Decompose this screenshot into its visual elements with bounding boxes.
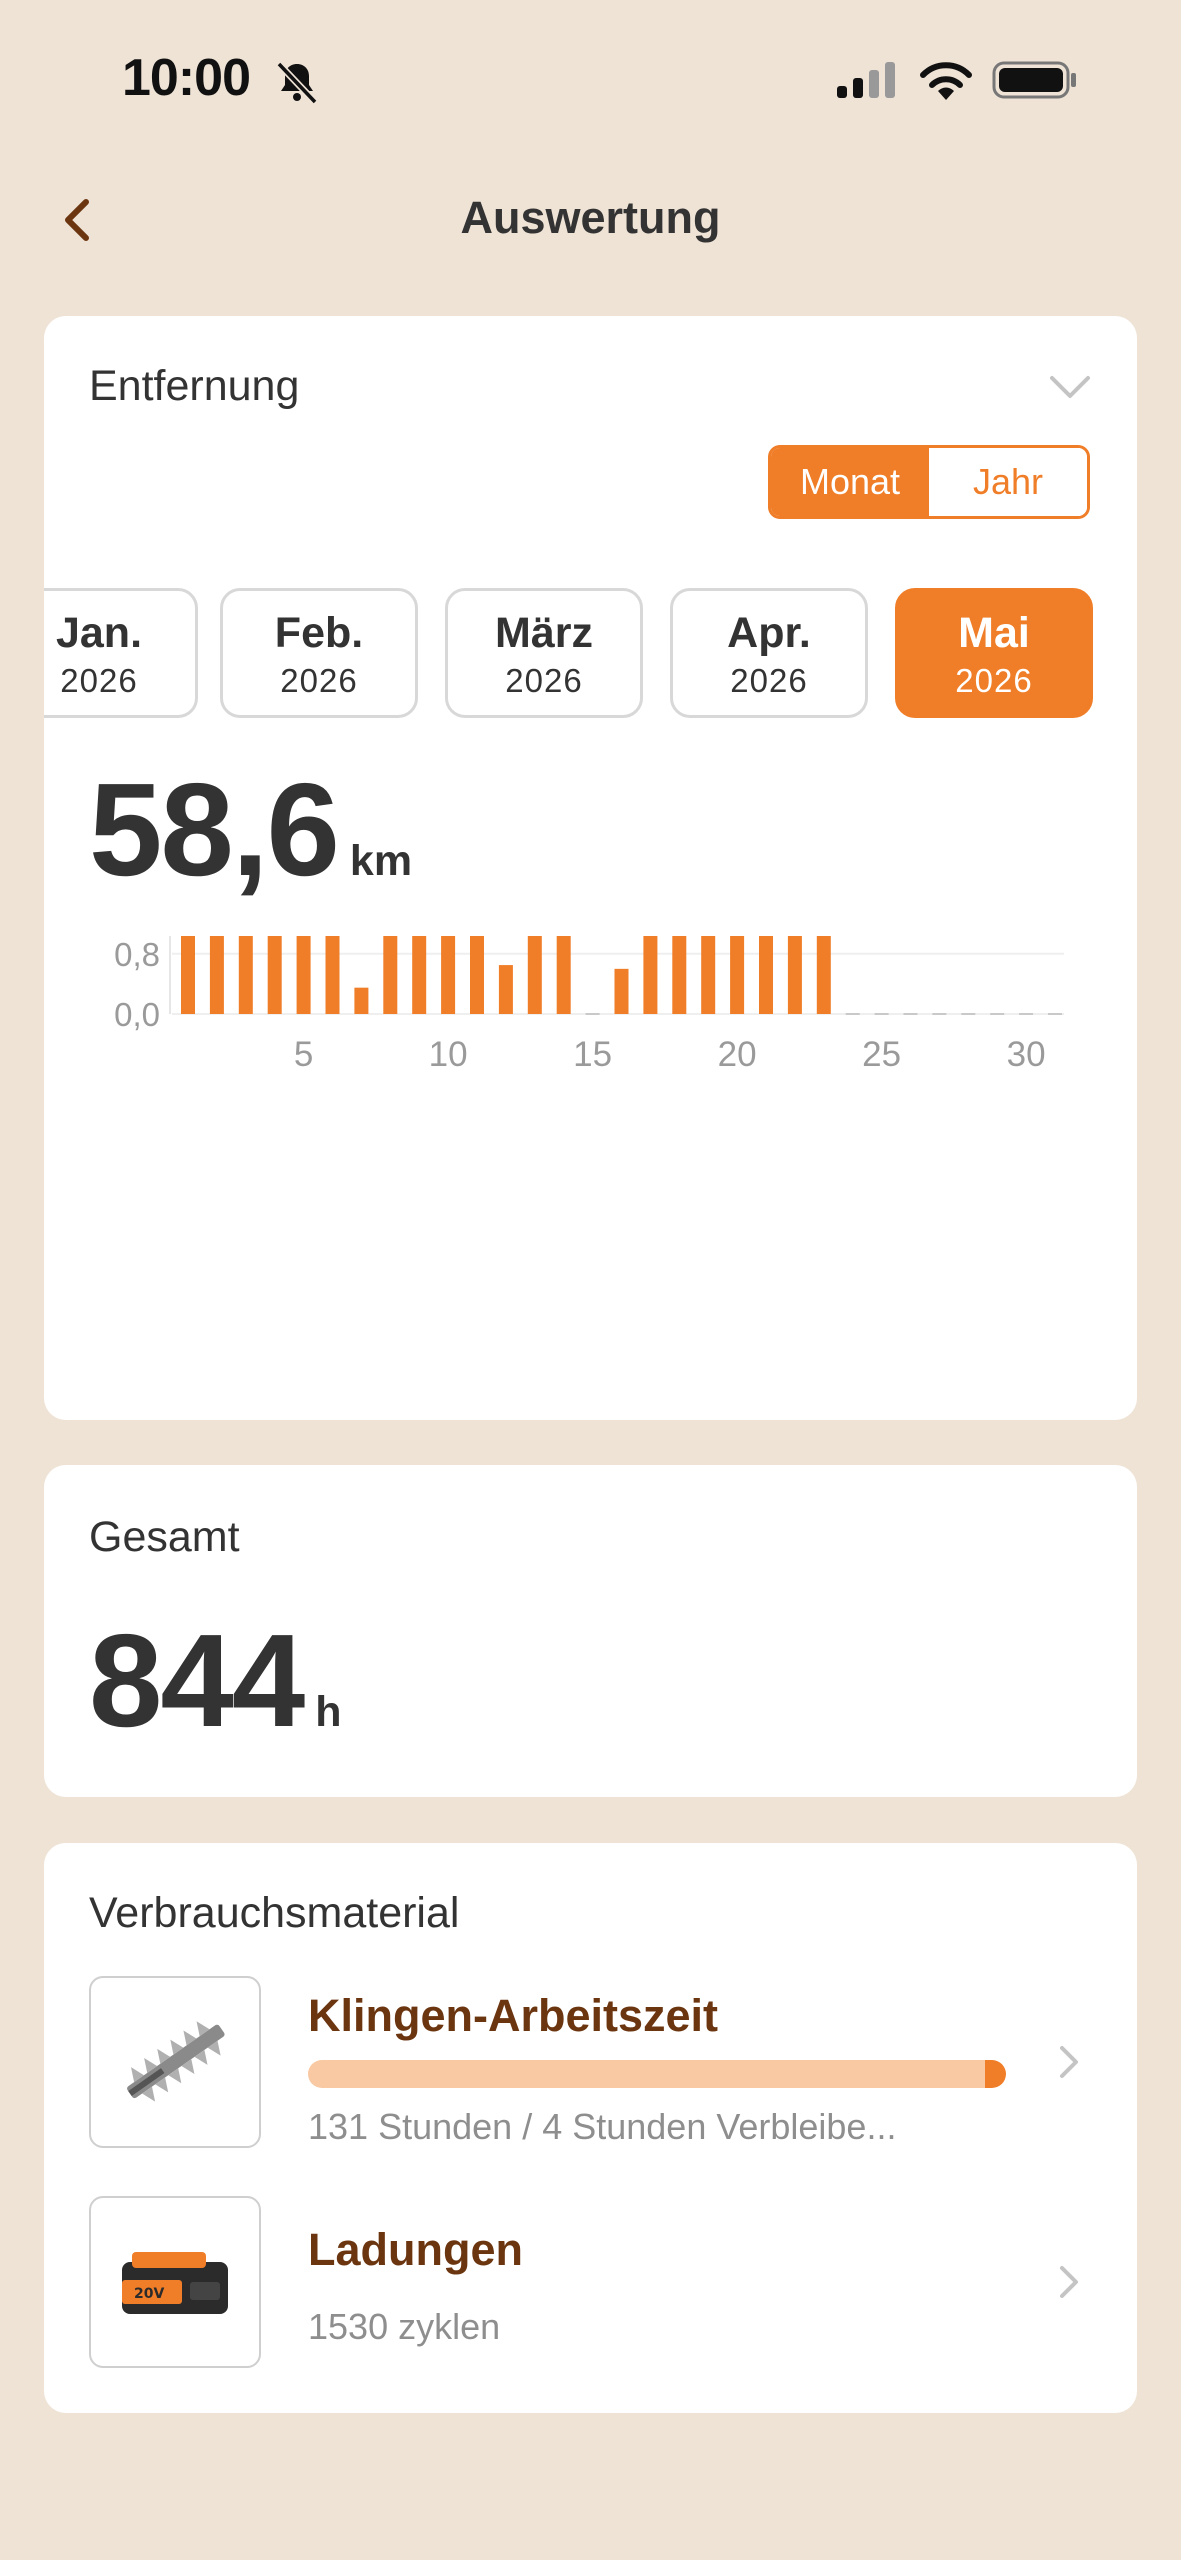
x-tick-label: 30 <box>1007 1035 1046 1074</box>
chevron-down-icon[interactable] <box>1046 368 1094 404</box>
month-pill-jan[interactable]: Jan. 2026 <box>44 588 198 718</box>
month-label: Mai <box>958 609 1030 657</box>
consumable-item-blade[interactable]: Klingen-Arbeitszeit 131 Stunden / 4 Stun… <box>44 1976 1137 2156</box>
chart-bar <box>181 936 195 1014</box>
distance-unit: km <box>349 837 413 885</box>
cellular-signal-icon <box>837 62 895 98</box>
status-bar: 10:00 <box>0 0 1181 160</box>
distance-number: 58,6 <box>89 756 340 903</box>
chart-bar <box>470 936 484 1014</box>
chart-bar <box>527 936 542 1014</box>
chart-bar <box>209 936 224 1014</box>
total-number: 844 <box>89 1607 305 1754</box>
chart-bar <box>498 965 513 1014</box>
distance-card: Entfernung Monat Jahr Jan. 2026 Feb. 202… <box>44 316 1137 1420</box>
consumable-subtitle: 1530 zyklen <box>308 2306 501 2347</box>
nav-bar: Auswertung <box>0 170 1181 270</box>
battery-pack-icon: 20V <box>122 2252 228 2314</box>
month-pill-may[interactable]: Mai 2026 <box>895 588 1093 718</box>
consumables-card-title: Verbrauchsmaterial <box>89 1889 460 1937</box>
bell-slash-icon <box>276 61 318 105</box>
month-pill-feb[interactable]: Feb. 2026 <box>220 588 418 718</box>
chevron-right-icon <box>1060 2266 1078 2298</box>
chart-bar <box>759 936 773 1014</box>
chart-bar <box>672 936 687 1014</box>
chart-bar <box>701 936 716 1014</box>
consumable-title: Klingen-Arbeitszeit <box>308 1990 719 2041</box>
blade-progress-fill <box>985 2060 1006 2088</box>
chart-bar <box>643 936 658 1014</box>
svg-text:20V: 20V <box>134 2286 164 2302</box>
consumable-item-charges[interactable]: 20V Ladungen 1530 zyklen <box>44 2196 1137 2376</box>
chart-bar <box>325 936 340 1014</box>
chart-bar <box>816 936 831 1014</box>
month-pill-apr[interactable]: Apr. 2026 <box>670 588 868 718</box>
distance-value: 58,6 km <box>89 754 412 905</box>
chart-bar <box>787 936 802 1014</box>
chart-bar <box>383 936 398 1014</box>
month-pill-mar[interactable]: März 2026 <box>445 588 643 718</box>
chart-bar <box>296 936 311 1014</box>
year-label: 2026 <box>730 662 808 699</box>
y-tick-label: 0,0 <box>114 996 160 1033</box>
chart-bar <box>441 936 456 1014</box>
chart-bar <box>614 968 629 1014</box>
month-label: März <box>495 609 593 657</box>
toggle-month[interactable]: Monat <box>771 448 929 516</box>
toggle-year[interactable]: Jahr <box>929 448 1087 516</box>
chart-bar <box>412 936 427 1014</box>
battery-icon <box>992 61 1076 99</box>
distance-card-title: Entfernung <box>89 362 300 410</box>
chart-bar <box>730 936 745 1014</box>
y-tick-label: 0,8 <box>114 936 160 973</box>
consumable-subtitle: 131 Stunden / 4 Stunden Verbleibe... <box>308 2106 897 2147</box>
distance-bar-chart: 0,00,81,62,43,24,051015202530 <box>114 936 1064 1074</box>
year-label: 2026 <box>955 662 1033 699</box>
hedge-blade-thumbnail <box>89 1976 261 2148</box>
x-tick-label: 5 <box>294 1035 313 1074</box>
month-label: Feb. <box>274 609 364 657</box>
month-label: Jan. <box>55 609 143 657</box>
status-time: 10:00 <box>122 49 251 107</box>
x-tick-label: 15 <box>573 1035 612 1074</box>
consumables-card: Verbrauchsmaterial Klingen-Arbeitszeit 1… <box>44 1843 1137 2413</box>
x-tick-label: 20 <box>718 1035 757 1074</box>
hedge-blade-icon <box>127 2021 225 2102</box>
year-label: 2026 <box>505 662 583 699</box>
month-label: Apr. <box>727 609 811 657</box>
x-tick-label: 25 <box>862 1035 901 1074</box>
chevron-right-icon <box>1060 2046 1078 2078</box>
chart-bar <box>354 987 369 1014</box>
chart-bar <box>556 936 571 1014</box>
battery-pack-thumbnail: 20V <box>89 2196 261 2368</box>
chart-bar <box>267 936 282 1014</box>
blade-progress-bar <box>308 2060 1006 2088</box>
chart-bar <box>238 936 253 1014</box>
page-title: Auswertung <box>460 192 721 243</box>
total-card: Gesamt 844 h <box>44 1465 1137 1797</box>
x-tick-label: 10 <box>429 1035 468 1074</box>
year-label: 2026 <box>60 662 138 699</box>
consumable-title: Ladungen <box>308 2224 523 2275</box>
period-toggle: Monat Jahr <box>768 445 1090 519</box>
total-value: 844 h <box>89 1605 342 1756</box>
year-label: 2026 <box>280 662 358 699</box>
wifi-icon <box>920 62 972 100</box>
month-selector: Jan. 2026 Feb. 2026 März 2026 Apr. 2026 … <box>44 588 1137 722</box>
total-unit: h <box>315 1688 342 1736</box>
total-card-title: Gesamt <box>89 1513 240 1561</box>
